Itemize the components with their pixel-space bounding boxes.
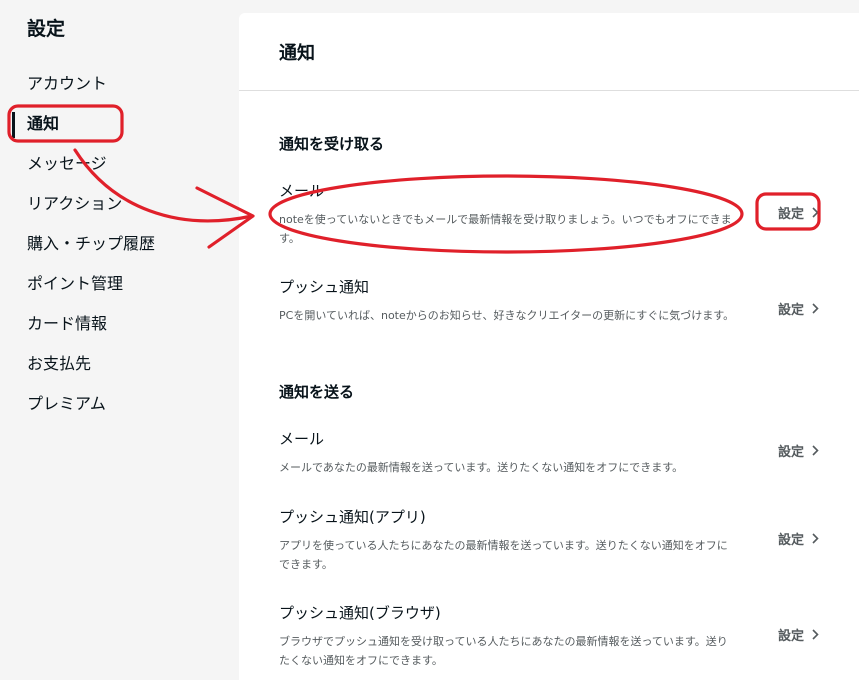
chevron-right-icon (812, 445, 819, 460)
sidebar-item-purchase-history[interactable]: 購入・チップ履歴 (0, 224, 237, 264)
settings-button[interactable]: 設定 (778, 625, 819, 644)
row-title: プッシュ通知(アプリ) (279, 508, 426, 526)
sidebar-item-label: 購入・チップ履歴 (27, 234, 156, 253)
row-description: noteを使っていないときでもメールで最新情報を受け取りましょう。いつでもオフに… (279, 213, 732, 245)
chevron-right-icon (812, 533, 819, 548)
row-title: プッシュ通知(ブラウザ) (279, 604, 441, 622)
sidebar: 設定 アカウント 通知 メッセージ リアクション 購入・チップ履歴 ポイント管理… (0, 0, 238, 680)
setting-row-send-email: メール メールであなたの最新情報を送っています。送りたくない通知をオフにできます… (279, 429, 819, 477)
row-description: アプリを使っている人たちにあなたの最新情報を送っています。送りたくない通知をオフ… (279, 539, 728, 571)
sidebar-item-label: プレミアム (27, 394, 106, 413)
sidebar-item-label: お支払先 (27, 354, 92, 373)
main-panel: 通知 通知を受け取る メール noteを使っていないときでもメールで最新情報を受… (239, 13, 859, 680)
settings-button[interactable]: 設定 (778, 441, 819, 460)
sidebar-item-label: カード情報 (27, 314, 108, 333)
settings-button-label: 設定 (777, 629, 804, 644)
setting-row-send-push-browser: プッシュ通知(ブラウザ) ブラウザでプッシュ通知を受け取っている人たちにあなたの… (279, 603, 819, 670)
chevron-right-icon (812, 629, 819, 644)
setting-row-receive-push: プッシュ通知 PCを開いていれば、noteからのお知らせ、好きなクリエイターの更… (279, 277, 819, 325)
settings-button-label: 設定 (777, 303, 804, 318)
row-title: メール (279, 430, 325, 448)
sidebar-item-label: 通知 (27, 114, 60, 133)
sidebar-item-notifications[interactable]: 通知 (0, 104, 237, 144)
sidebar-item-messages[interactable]: メッセージ (0, 144, 237, 184)
sidebar-item-label: リアクション (27, 194, 123, 213)
sidebar-menu: アカウント 通知 メッセージ リアクション 購入・チップ履歴 ポイント管理 カー… (0, 64, 237, 424)
settings-button-label: 設定 (777, 533, 804, 548)
active-indicator (12, 112, 15, 138)
sidebar-item-payout[interactable]: お支払先 (0, 344, 237, 384)
sidebar-item-account[interactable]: アカウント (0, 64, 237, 104)
sidebar-item-points[interactable]: ポイント管理 (0, 264, 237, 304)
header-divider (239, 90, 859, 91)
settings-button[interactable]: 設定 (778, 299, 819, 318)
settings-button-label: 設定 (777, 207, 804, 222)
row-title: メール (279, 182, 325, 200)
setting-row-receive-email: メール noteを使っていないときでもメールで最新情報を受け取りましょう。いつで… (279, 181, 819, 248)
sidebar-item-reactions[interactable]: リアクション (0, 184, 237, 224)
chevron-right-icon (812, 303, 819, 318)
page-title: 通知 (279, 43, 315, 64)
sidebar-item-premium[interactable]: プレミアム (0, 384, 237, 424)
section-title-send: 通知を送る (279, 383, 355, 401)
section-title-receive: 通知を受け取る (279, 135, 385, 153)
sidebar-item-card-info[interactable]: カード情報 (0, 304, 237, 344)
setting-row-send-push-app: プッシュ通知(アプリ) アプリを使っている人たちにあなたの最新情報を送っています… (279, 507, 819, 574)
chevron-right-icon (812, 207, 819, 222)
sidebar-item-label: メッセージ (27, 154, 107, 173)
settings-button[interactable]: 設定 (778, 529, 819, 548)
sidebar-title: 設定 (27, 18, 66, 40)
row-description: PCを開いていれば、noteからのお知らせ、好きなクリエイターの更新にすぐに気づ… (279, 309, 735, 322)
settings-button[interactable]: 設定 (778, 203, 819, 222)
sidebar-item-label: ポイント管理 (27, 274, 124, 293)
row-title: プッシュ通知 (279, 278, 370, 296)
row-description: ブラウザでプッシュ通知を受け取っている人たちにあなたの最新情報を送っています。送… (279, 635, 728, 667)
row-description: メールであなたの最新情報を送っています。送りたくない通知をオフにできます。 (279, 461, 684, 474)
sidebar-item-label: アカウント (27, 74, 108, 93)
settings-button-label: 設定 (777, 445, 804, 460)
